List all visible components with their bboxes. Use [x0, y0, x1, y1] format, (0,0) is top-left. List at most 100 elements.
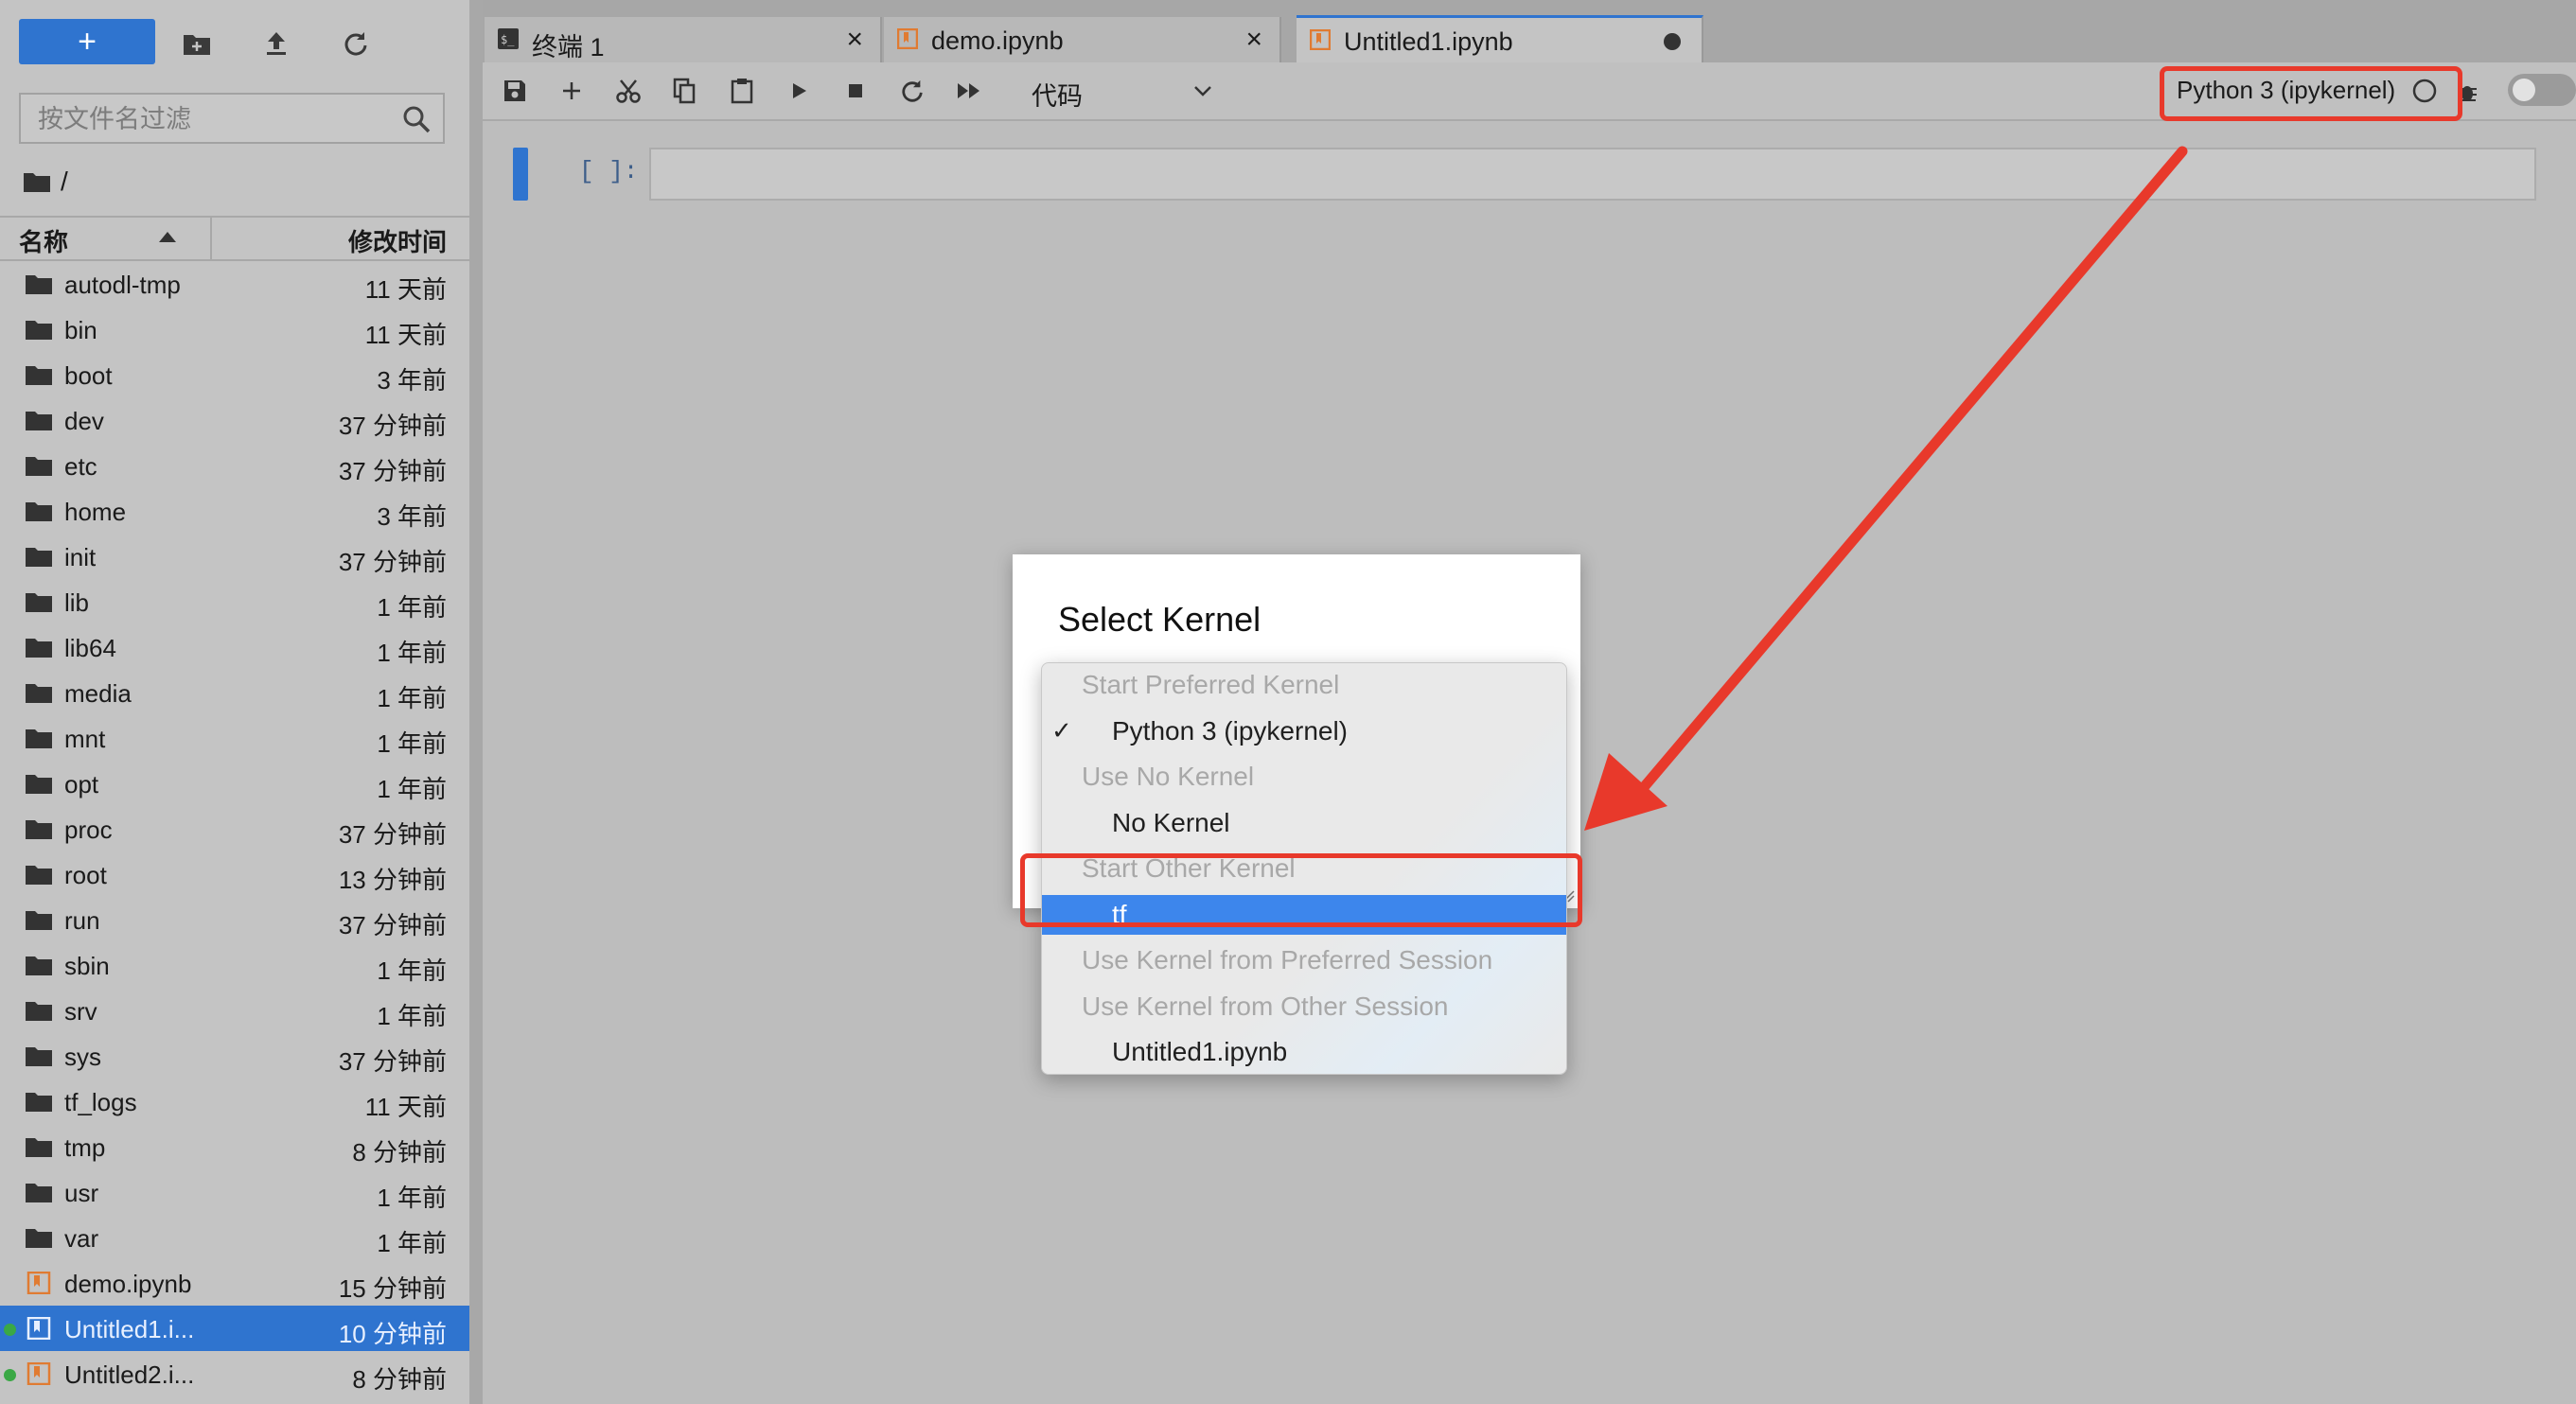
file-row-bin[interactable]: bin 11 天前 — [0, 307, 469, 352]
file-row-usr[interactable]: usr 1 年前 — [0, 1169, 469, 1215]
file-name: var — [64, 1224, 99, 1253]
kernel-option-no-kernel[interactable]: No Kernel — [1042, 803, 1566, 843]
file-row-lib64[interactable]: lib64 1 年前 — [0, 624, 469, 670]
debugger-toggle[interactable] — [2508, 74, 2576, 106]
notebook-icon — [897, 28, 918, 49]
file-row-srv[interactable]: srv 1 年前 — [0, 988, 469, 1033]
tab-label: demo.ipynb — [931, 26, 1064, 55]
kernel-item-label: Untitled1.ipynb — [1112, 1037, 1288, 1066]
file-name: lib — [64, 588, 90, 617]
refresh-icon[interactable] — [337, 25, 375, 62]
file-name: autodl-tmp — [64, 271, 181, 299]
kernel-select-dropdown: Start Preferred Kernel ✓ Python 3 (ipykern… — [1041, 662, 1567, 1075]
unsaved-dot-icon[interactable] — [1664, 33, 1681, 50]
file-row-home[interactable]: home 3 年前 — [0, 488, 469, 534]
file-row-mnt[interactable]: mnt 1 年前 — [0, 715, 469, 761]
file-row-boot[interactable]: boot 3 年前 — [0, 352, 469, 397]
kernel-item-label: Use No Kernel — [1082, 762, 1255, 791]
kernel-option-untitled1-ipynb[interactable]: Untitled1.ipynb — [1042, 1032, 1566, 1072]
file-name: lib64 — [64, 634, 116, 662]
file-row-untitled2-i[interactable]: Untitled2.i... 8 分钟前 — [0, 1351, 469, 1396]
file-row-untitled1-i[interactable]: Untitled1.i... 10 分钟前 — [0, 1306, 469, 1351]
copy-icon[interactable] — [668, 74, 702, 108]
code-cell-editor[interactable] — [649, 148, 2536, 201]
file-row-opt[interactable]: opt 1 年前 — [0, 761, 469, 806]
tab-terminal-1[interactable]: $_ 终端 1 × — [485, 17, 882, 62]
file-row-sys[interactable]: sys 37 分钟前 — [0, 1033, 469, 1079]
file-row-etc[interactable]: etc 37 分钟前 — [0, 443, 469, 488]
kernel-group-use-kernel-from-preferred-session: Use Kernel from Preferred Session — [1042, 940, 1566, 980]
column-divider[interactable] — [210, 218, 212, 259]
folder-icon — [24, 173, 50, 192]
file-list-header: 名称 修改时间 — [0, 216, 469, 261]
file-row-demo-ipynb[interactable]: demo.ipynb 15 分钟前 — [0, 1260, 469, 1306]
cut-icon[interactable] — [611, 74, 645, 108]
tab-demo-ipynb[interactable]: demo.ipynb × — [884, 17, 1281, 62]
stop-icon[interactable] — [838, 74, 873, 108]
file-row-root[interactable]: root 13 分钟前 — [0, 851, 469, 897]
file-row-sbin[interactable]: sbin 1 年前 — [0, 942, 469, 988]
file-list: autodl-tmp 11 天前 bin 11 天前 boot 3 年前 dev 37 分钟前… — [0, 261, 469, 1396]
breadcrumb-root[interactable]: / — [61, 167, 68, 197]
file-filter-input[interactable] — [21, 95, 399, 144]
file-row-dev[interactable]: dev 37 分钟前 — [0, 397, 469, 443]
search-icon — [403, 106, 431, 133]
file-row-tmp[interactable]: tmp 8 分钟前 — [0, 1124, 469, 1169]
file-name: dev — [64, 407, 104, 435]
file-name: demo.ipynb — [64, 1270, 192, 1298]
file-modified-time: 10 分钟前 — [338, 1320, 447, 1348]
bug-icon[interactable] — [2455, 79, 2479, 104]
file-filter-box — [19, 93, 445, 144]
add-cell-icon[interactable] — [555, 74, 589, 108]
paste-icon[interactable] — [725, 74, 759, 108]
folder-icon — [26, 639, 52, 658]
kernel-option-python-3-ipykernel[interactable]: ✓ Python 3 (ipykernel) — [1042, 711, 1566, 751]
file-modified-time: 1 年前 — [377, 593, 447, 622]
folder-icon — [26, 1229, 52, 1248]
file-row-lib[interactable]: lib 1 年前 — [0, 579, 469, 624]
file-modified-time: 37 分钟前 — [338, 457, 447, 485]
new-folder-icon[interactable] — [178, 25, 216, 62]
column-modified-header[interactable]: 修改时间 — [348, 223, 447, 258]
file-row-tf-logs[interactable]: tf_logs 11 天前 — [0, 1079, 469, 1124]
kernel-name-button[interactable]: Python 3 (ipykernel) — [2177, 76, 2395, 105]
file-row-proc[interactable]: proc 37 分钟前 — [0, 806, 469, 851]
file-browser-toolbar: + — [0, 0, 469, 83]
column-name-header[interactable]: 名称 — [19, 223, 68, 258]
folder-icon — [26, 502, 52, 521]
kernel-idle-circle-icon — [2412, 79, 2437, 103]
file-modified-time: 1 年前 — [377, 1002, 447, 1030]
close-icon[interactable]: × — [846, 26, 863, 54]
file-name: bin — [64, 316, 97, 344]
save-icon[interactable] — [498, 74, 532, 108]
cell-type-value: 代码 — [1032, 82, 1083, 111]
file-name: sys — [64, 1043, 101, 1071]
file-name: run — [64, 906, 100, 935]
fast-forward-icon[interactable] — [952, 74, 986, 108]
file-row-var[interactable]: var 1 年前 — [0, 1215, 469, 1260]
file-row-init[interactable]: init 37 分钟前 — [0, 534, 469, 579]
cell-collapser[interactable] — [513, 148, 528, 201]
file-row-media[interactable]: media 1 年前 — [0, 670, 469, 715]
tab-label: Untitled1.ipynb — [1344, 27, 1513, 56]
folder-icon — [26, 684, 52, 703]
kernel-item-label: No Kernel — [1112, 807, 1230, 837]
tab-untitled1-ipynb[interactable]: Untitled1.ipynb — [1297, 15, 1703, 62]
cell-input-prompt: [ ]: — [579, 157, 639, 185]
run-icon[interactable] — [782, 74, 816, 108]
kernel-group-use-no-kernel: Use No Kernel — [1042, 757, 1566, 797]
new-launcher-button[interactable]: + — [19, 19, 155, 64]
cell-type-select[interactable]: 代码 — [1018, 74, 1226, 111]
file-modified-time: 1 年前 — [377, 684, 447, 712]
kernel-option-tf[interactable]: tf — [1042, 894, 1566, 935]
file-name: media — [64, 679, 132, 708]
file-name: usr — [64, 1179, 99, 1207]
notebook-icon — [26, 1317, 51, 1340]
file-row-run[interactable]: run 37 分钟前 — [0, 897, 469, 942]
upload-icon[interactable] — [257, 25, 295, 62]
file-row-autodl-tmp[interactable]: autodl-tmp 11 天前 — [0, 261, 469, 307]
close-icon[interactable]: × — [1245, 26, 1262, 54]
kernel-item-label: Use Kernel from Other Session — [1082, 991, 1449, 1021]
folder-icon — [26, 1093, 52, 1112]
restart-icon[interactable] — [895, 74, 929, 108]
